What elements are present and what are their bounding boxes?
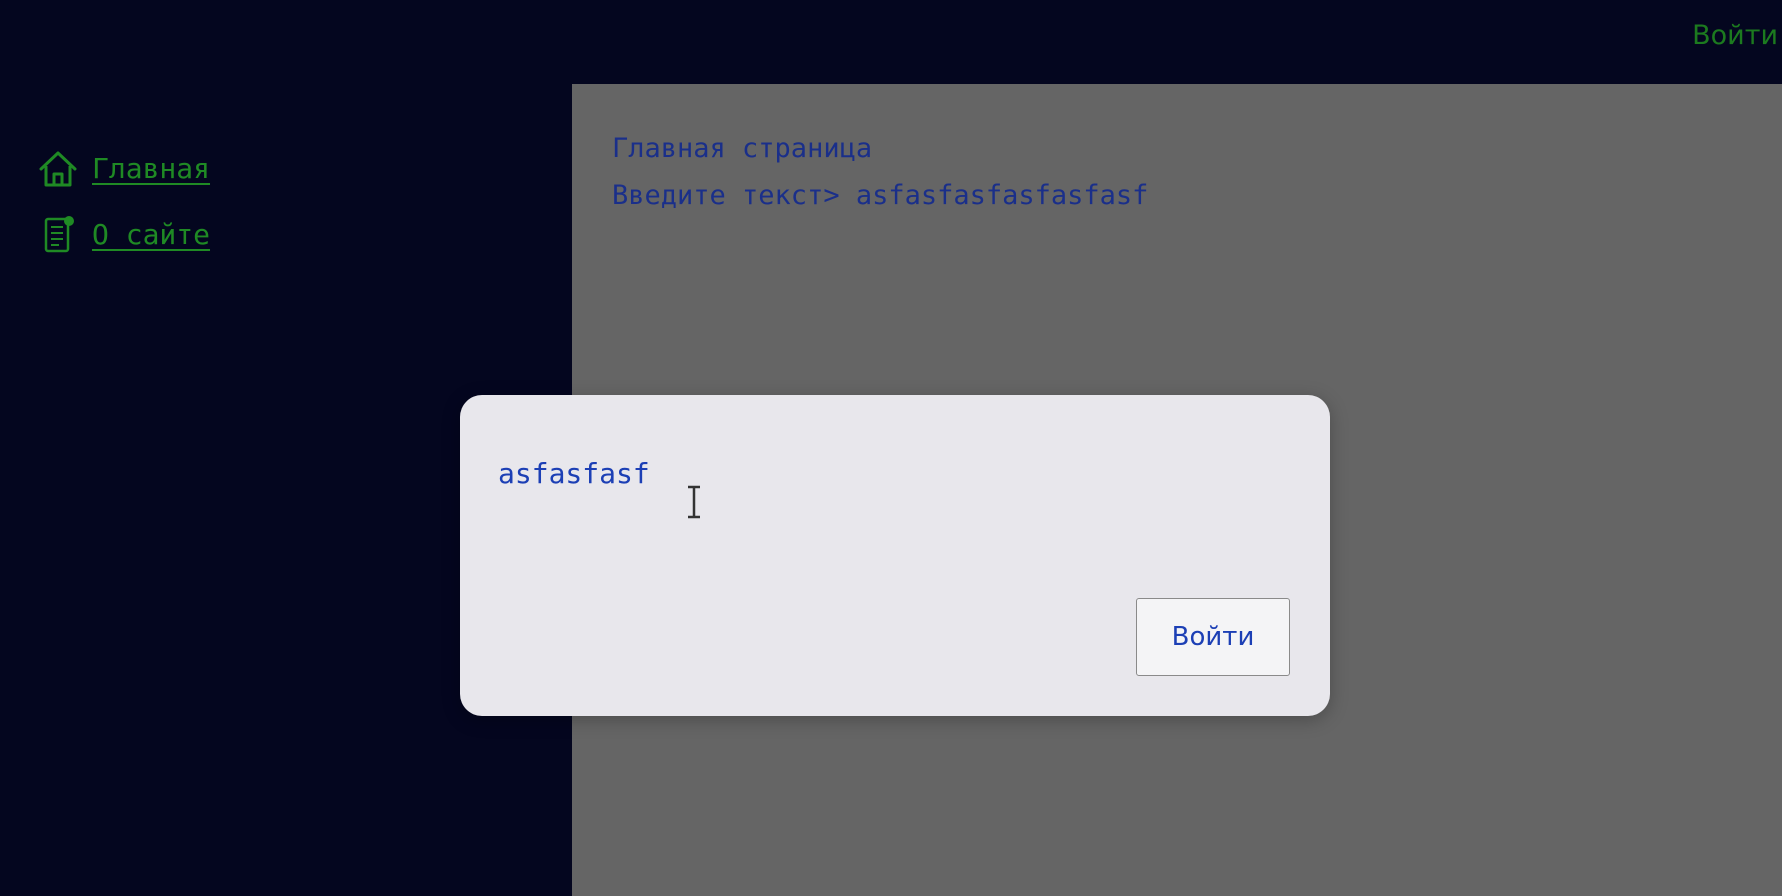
login-link[interactable]: Войти [1692,18,1778,54]
sidebar-item-home[interactable]: Главная [36,147,210,191]
top-bar: Войти [0,0,1782,84]
page: Войти Главная О сайте Главная страница В… [0,0,1782,896]
document-icon [36,213,80,257]
sidebar-item-label: О сайте [92,218,211,251]
modal-text-input[interactable] [498,453,798,493]
home-icon [36,147,80,191]
sidebar-item-about[interactable]: О сайте [36,213,210,257]
text-cursor-icon [682,484,706,520]
login-modal: Войти [460,395,1330,716]
page-title: Главная страница [612,133,873,164]
prompt-line: Введите текст> asfasfasfasfasfasf [612,180,1149,211]
login-submit-button[interactable]: Войти [1136,598,1290,676]
sidebar-item-label: Главная [92,152,211,185]
